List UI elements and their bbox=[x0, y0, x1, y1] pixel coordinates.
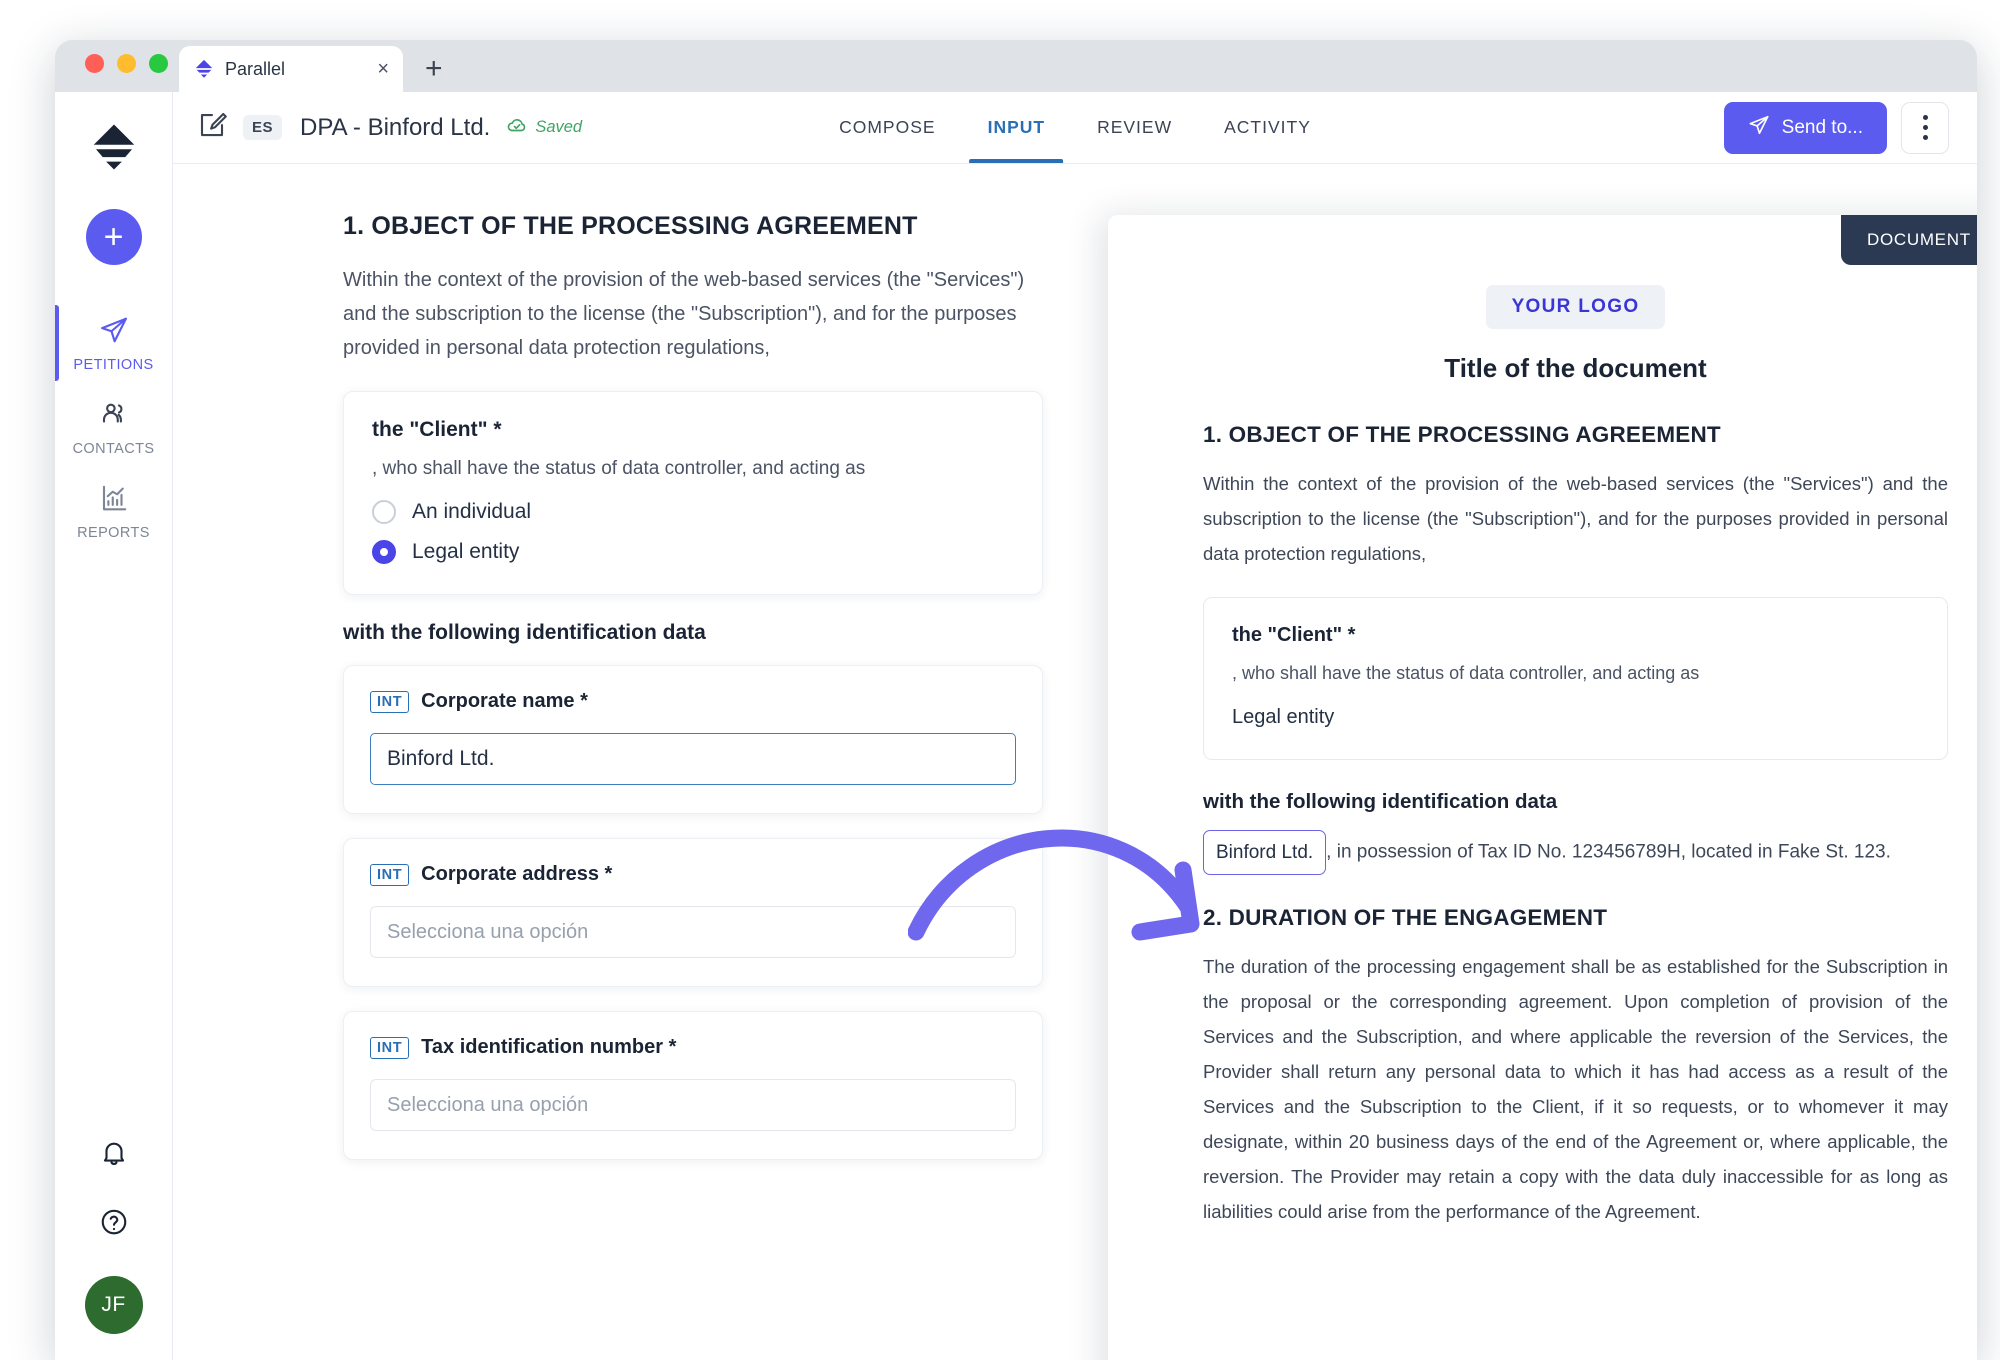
document-section1-heading: 1. OBJECT OF THE PROCESSING AGREEMENT bbox=[1203, 422, 1721, 447]
document-client-title: the "Client" * bbox=[1232, 624, 1356, 646]
field-corporate-address: INT Corporate address * Selecciona una o… bbox=[343, 838, 1043, 987]
radio-button[interactable] bbox=[372, 500, 396, 524]
browser-window: Parallel × + + PETITIONS CONTACTS REPORT… bbox=[55, 40, 1977, 1360]
question-circle-icon[interactable] bbox=[99, 1207, 129, 1242]
corporate-address-select[interactable]: Selecciona una opción bbox=[370, 906, 1016, 958]
merge-field-rest: , in possession of Tax ID No. 123456789H… bbox=[1326, 841, 1891, 863]
close-tab-icon[interactable]: × bbox=[377, 59, 389, 79]
sidebar-item-label: PETITIONS bbox=[73, 357, 154, 373]
document-section2-heading: 2. DURATION OF THE ENGAGEMENT bbox=[1203, 905, 1608, 930]
document-title: Title of the document bbox=[1444, 353, 1707, 383]
document-client-card: the "Client" * , who shall have the stat… bbox=[1203, 597, 1948, 760]
sidebar-item-petitions[interactable]: PETITIONS bbox=[55, 301, 172, 385]
edit-document-icon[interactable] bbox=[197, 110, 227, 145]
form-section-paragraph: Within the context of the provision of t… bbox=[343, 269, 1025, 359]
radio-label: Legal entity bbox=[412, 540, 520, 563]
new-tab-button[interactable]: + bbox=[425, 54, 443, 84]
app-logo-icon bbox=[87, 120, 141, 179]
kebab-dot bbox=[1922, 135, 1928, 140]
field-label: Tax identification number * bbox=[421, 1036, 677, 1058]
sidebar-item-label: REPORTS bbox=[77, 525, 150, 541]
int-badge: INT bbox=[370, 690, 410, 713]
sidebar: + PETITIONS CONTACTS REPORTS JF bbox=[55, 92, 173, 1360]
kebab-dot bbox=[1922, 115, 1928, 120]
tab-review[interactable]: REVIEW bbox=[1071, 92, 1198, 163]
document-preview-pane: DOCUMENT PDF YOUR LOGO Title of the docu… bbox=[1108, 215, 1977, 1360]
client-card: the "Client" * , who shall have the stat… bbox=[343, 391, 1043, 595]
radio-option-individual[interactable]: An individual bbox=[372, 500, 1014, 524]
send-icon bbox=[1748, 114, 1770, 142]
sidebar-item-label: CONTACTS bbox=[72, 441, 155, 457]
sidebar-item-contacts[interactable]: CONTACTS bbox=[55, 385, 172, 469]
more-options-button[interactable] bbox=[1901, 101, 1949, 154]
document-body: YOUR LOGO Title of the document 1. OBJEC… bbox=[1108, 215, 1977, 1229]
people-icon bbox=[99, 399, 129, 434]
language-badge[interactable]: ES bbox=[243, 115, 283, 140]
sidebar-bottom-group: JF bbox=[55, 1138, 172, 1334]
document-section1-paragraph: Within the context of the provision of t… bbox=[1203, 473, 1948, 564]
send-to-button[interactable]: Send to... bbox=[1723, 101, 1887, 154]
document-merge-line: Binford Ltd., in possession of Tax ID No… bbox=[1203, 830, 1948, 875]
document-client-subtitle: , who shall have the status of data cont… bbox=[1232, 663, 1700, 683]
chart-icon bbox=[99, 483, 129, 518]
radio-button-selected[interactable] bbox=[372, 540, 396, 564]
save-status-label: Saved bbox=[535, 118, 583, 136]
app-root: + PETITIONS CONTACTS REPORTS JF ES DPA -… bbox=[55, 92, 1977, 1360]
int-badge: INT bbox=[370, 863, 410, 886]
browser-tab[interactable]: Parallel × bbox=[179, 46, 403, 92]
create-new-button[interactable]: + bbox=[85, 209, 142, 265]
main-content: ES DPA - Binford Ltd. Saved COMPOSE INPU… bbox=[173, 92, 1977, 1360]
browser-tab-title: Parallel bbox=[225, 58, 286, 79]
field-label-row: INT Corporate name * bbox=[370, 690, 1016, 713]
tab-compose[interactable]: COMPOSE bbox=[813, 92, 961, 163]
maximize-window-button[interactable] bbox=[149, 54, 168, 73]
tab-activity[interactable]: ACTIVITY bbox=[1198, 92, 1337, 163]
browser-titlebar: Parallel × + bbox=[55, 40, 1977, 92]
corporate-name-input[interactable] bbox=[370, 733, 1016, 785]
document-subheading: with the following identification data bbox=[1203, 790, 1558, 813]
toolbar-actions: Send to... bbox=[1723, 101, 1949, 154]
tab-input[interactable]: INPUT bbox=[962, 92, 1072, 163]
merge-field-token: Binford Ltd. bbox=[1203, 830, 1327, 875]
page-title: DPA - Binford Ltd. bbox=[300, 113, 491, 141]
bell-icon[interactable] bbox=[99, 1138, 129, 1173]
window-traffic-lights bbox=[85, 54, 168, 73]
close-window-button[interactable] bbox=[85, 54, 104, 73]
field-tax-identification-number: INT Tax identification number * Seleccio… bbox=[343, 1011, 1043, 1160]
radio-option-legal-entity[interactable]: Legal entity bbox=[372, 540, 1014, 564]
document-toolbar: ES DPA - Binford Ltd. Saved COMPOSE INPU… bbox=[173, 92, 1977, 164]
sidebar-item-reports[interactable]: REPORTS bbox=[55, 469, 172, 553]
minimize-window-button[interactable] bbox=[117, 54, 136, 73]
tax-id-select[interactable]: Selecciona una opción bbox=[370, 1079, 1016, 1131]
document-section2-paragraph: The duration of the processing engagemen… bbox=[1203, 956, 1948, 1222]
parallel-logo-icon bbox=[193, 58, 215, 80]
kebab-dot bbox=[1922, 125, 1928, 130]
save-status: Saved bbox=[506, 114, 582, 141]
field-label: Corporate name * bbox=[421, 690, 588, 712]
client-card-title: the "Client" * bbox=[372, 418, 502, 441]
paper-plane-icon bbox=[99, 315, 129, 350]
document-pdf-badge: DOCUMENT PDF bbox=[1840, 215, 1977, 265]
cloud-check-icon bbox=[506, 114, 528, 141]
field-label-row: INT Corporate address * bbox=[370, 863, 1016, 886]
user-avatar[interactable]: JF bbox=[84, 1276, 143, 1334]
radio-label: An individual bbox=[412, 500, 532, 523]
field-label-row: INT Tax identification number * bbox=[370, 1036, 1016, 1059]
document-tabs: COMPOSE INPUT REVIEW ACTIVITY bbox=[813, 92, 1337, 163]
field-corporate-name: INT Corporate name * bbox=[343, 665, 1043, 814]
document-logo-placeholder: YOUR LOGO bbox=[1485, 285, 1666, 329]
field-label: Corporate address * bbox=[421, 863, 613, 885]
int-badge: INT bbox=[370, 1036, 410, 1059]
send-to-button-label: Send to... bbox=[1781, 116, 1863, 138]
client-card-subtitle: , who shall have the status of data cont… bbox=[372, 458, 866, 479]
document-client-value: Legal entity bbox=[1232, 706, 1335, 728]
